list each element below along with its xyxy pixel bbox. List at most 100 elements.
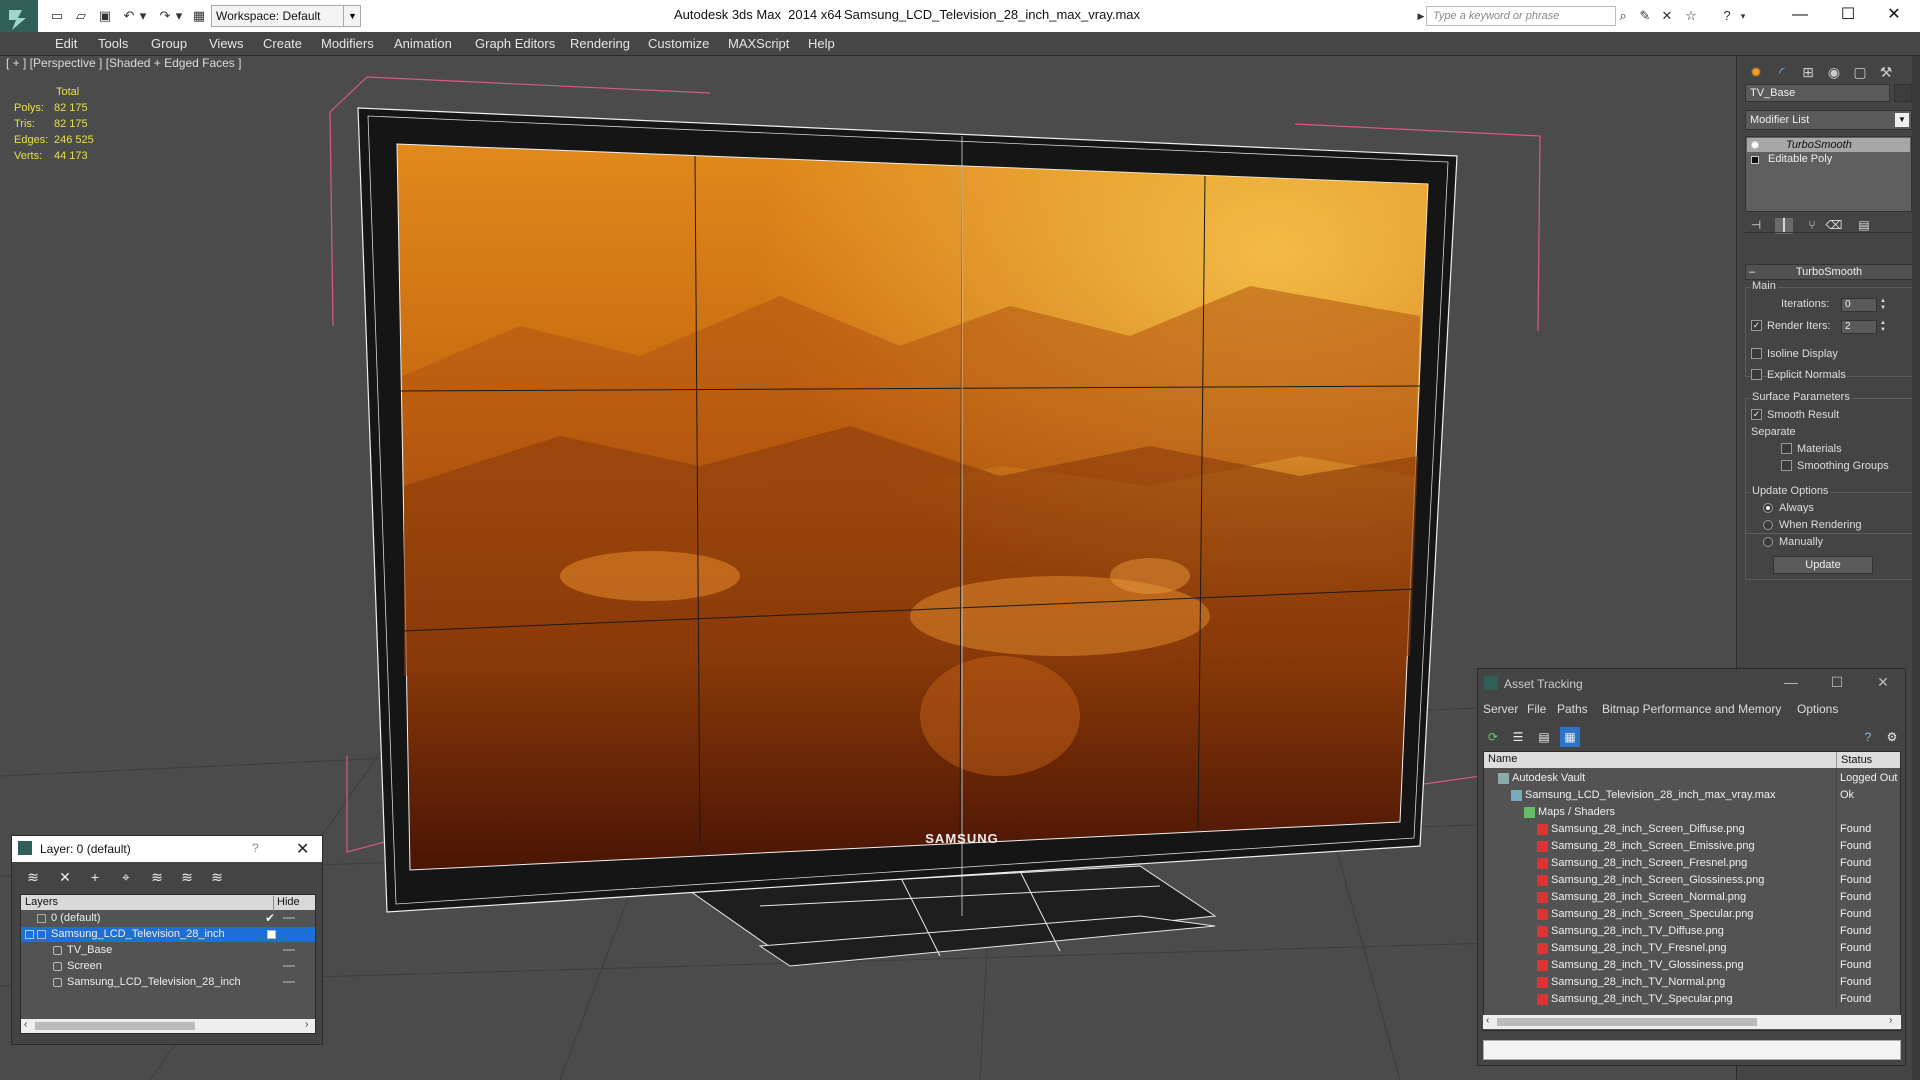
maximize-icon[interactable]: ☐ bbox=[1826, 2, 1870, 28]
scroll-left-icon[interactable]: ‹ bbox=[24, 1019, 27, 1030]
redo-dropdown-icon[interactable]: ▾ bbox=[170, 7, 188, 25]
create-layer-icon[interactable]: ≋ bbox=[22, 866, 44, 888]
menu-edit[interactable]: Edit bbox=[55, 36, 77, 51]
hide-toggle[interactable] bbox=[283, 917, 295, 919]
favorites-star-icon[interactable]: ☆ bbox=[1682, 7, 1700, 25]
maximize-icon[interactable]: ☐ bbox=[1822, 674, 1852, 694]
asset-row[interactable]: Maps / Shaders bbox=[1484, 804, 1900, 821]
menu-bitmap-performance[interactable]: Bitmap Performance and Memory bbox=[1602, 702, 1781, 716]
delete-layer-icon[interactable]: ✕ bbox=[54, 866, 76, 888]
search-input[interactable]: Type a keyword or phrase bbox=[1426, 6, 1616, 26]
close-icon[interactable]: ✕ bbox=[1868, 674, 1898, 694]
menu-options[interactable]: Options bbox=[1797, 702, 1838, 716]
utilities-tab-icon[interactable]: ⚒ bbox=[1873, 60, 1899, 84]
help-icon[interactable]: ? bbox=[1858, 727, 1878, 747]
hide-toggle[interactable] bbox=[283, 949, 295, 951]
search-expand-icon[interactable]: ▶ bbox=[1416, 6, 1426, 26]
minimize-icon[interactable]: — bbox=[1776, 674, 1806, 694]
asset-row[interactable]: Samsung_28_inch_Screen_Normal.png Found bbox=[1484, 889, 1900, 906]
manually-radio[interactable] bbox=[1763, 537, 1773, 547]
settings-icon[interactable]: ⚙ bbox=[1882, 727, 1902, 747]
layer-row[interactable]: Screen bbox=[21, 959, 315, 974]
open-file-icon[interactable]: ▱ bbox=[72, 7, 90, 25]
hide-toggle[interactable] bbox=[283, 965, 295, 967]
rollout-turbosmooth[interactable]: – TurboSmooth bbox=[1745, 264, 1913, 280]
scroll-right-icon[interactable]: › bbox=[305, 1019, 308, 1030]
smoothing-groups-checkbox[interactable] bbox=[1781, 460, 1792, 471]
explicit-normals-checkbox[interactable] bbox=[1751, 369, 1762, 380]
layer-dialog-titlebar[interactable]: Layer: 0 (default) ? ✕ bbox=[12, 836, 322, 862]
asset-row[interactable]: Samsung_28_inch_Screen_Glossiness.png Fou… bbox=[1484, 872, 1900, 889]
asset-row[interactable]: Samsung_28_inch_Screen_Emissive.png Found bbox=[1484, 838, 1900, 855]
always-radio[interactable] bbox=[1763, 503, 1773, 513]
lightbulb-icon[interactable] bbox=[1751, 141, 1759, 149]
modifier-list-dropdown[interactable]: Modifier List ▼ bbox=[1745, 110, 1912, 130]
asset-row[interactable]: Samsung_28_inch_TV_Fresnel.png Found bbox=[1484, 940, 1900, 957]
column-status[interactable]: Status bbox=[1836, 752, 1900, 768]
menu-help[interactable]: Help bbox=[808, 36, 835, 51]
asset-row[interactable]: Samsung_28_inch_TV_Glossiness.png Found bbox=[1484, 957, 1900, 974]
asset-row[interactable]: Samsung_28_inch_Screen_Fresnel.png Found bbox=[1484, 855, 1900, 872]
render-iters-spinner[interactable]: 2 bbox=[1841, 320, 1877, 334]
asset-row[interactable]: Samsung_28_inch_Screen_Diffuse.png Found bbox=[1484, 821, 1900, 838]
communication-icon[interactable]: ✕ bbox=[1658, 7, 1676, 25]
expand-icon[interactable] bbox=[25, 930, 34, 939]
column-name[interactable]: Name bbox=[1488, 753, 1517, 765]
menu-maxscript[interactable]: MAXScript bbox=[728, 36, 789, 51]
list-view-icon[interactable]: ☰ bbox=[1508, 727, 1528, 747]
layer-row[interactable]: TV_Base bbox=[21, 943, 315, 958]
binoculars-icon[interactable]: ⌕ bbox=[1614, 7, 1632, 25]
layer-row[interactable]: 0 (default) ✔ bbox=[21, 911, 315, 926]
menu-server[interactable]: Server bbox=[1483, 702, 1518, 716]
scroll-left-icon[interactable]: ‹ bbox=[1486, 1015, 1489, 1026]
new-file-icon[interactable]: ▭ bbox=[48, 7, 66, 25]
layer-row[interactable]: Samsung_LCD_Television_28_inch bbox=[21, 975, 315, 990]
scrollbar-thumb[interactable] bbox=[35, 1022, 195, 1030]
stack-item-editable-poly[interactable]: Editable Poly bbox=[1768, 153, 1832, 165]
horizontal-scrollbar[interactable]: ‹ › bbox=[21, 1019, 315, 1033]
menu-views[interactable]: Views bbox=[209, 36, 243, 51]
spinner-arrows-icon[interactable]: ▲ ▼ bbox=[1879, 320, 1887, 334]
spinner-arrows-icon[interactable]: ▲ ▼ bbox=[1879, 298, 1887, 312]
save-file-icon[interactable]: ▣ bbox=[96, 7, 114, 25]
asset-row[interactable]: Autodesk Vault Logged Out bbox=[1484, 770, 1900, 787]
active-layer-box-icon[interactable] bbox=[267, 930, 276, 939]
viewport-label[interactable]: [ + ] [Perspective ] [Shaded + Edged Fac… bbox=[6, 56, 241, 70]
modify-tab-icon[interactable]: ◜ bbox=[1769, 60, 1795, 84]
undo-dropdown-icon[interactable]: ▾ bbox=[134, 7, 152, 25]
asset-row[interactable]: Samsung_28_inch_TV_Normal.png Found bbox=[1484, 974, 1900, 991]
menu-group[interactable]: Group bbox=[151, 36, 187, 51]
highlight-layer-icon[interactable]: ≋ bbox=[146, 866, 168, 888]
hierarchy-tab-icon[interactable]: ⊞ bbox=[1795, 60, 1821, 84]
object-name-field[interactable]: TV_Base bbox=[1745, 84, 1890, 102]
workspace-arrow-icon[interactable]: ▼ bbox=[343, 5, 361, 27]
column-layers[interactable]: Layers bbox=[25, 896, 58, 908]
menu-rendering[interactable]: Rendering bbox=[570, 36, 630, 51]
menu-graph-editors[interactable]: Graph Editors bbox=[475, 36, 555, 51]
menu-paths[interactable]: Paths bbox=[1557, 702, 1588, 716]
freeze-all-icon[interactable]: ≋ bbox=[206, 866, 228, 888]
object-color-swatch[interactable] bbox=[1894, 84, 1912, 102]
expand-icon[interactable] bbox=[1751, 156, 1759, 164]
create-tab-icon[interactable]: ✹ bbox=[1743, 60, 1769, 84]
menu-animation[interactable]: Animation bbox=[394, 36, 452, 51]
help-dropdown-icon[interactable]: ▾ bbox=[1734, 7, 1752, 25]
help-icon[interactable]: ? bbox=[252, 841, 259, 855]
menu-create[interactable]: Create bbox=[263, 36, 302, 51]
menu-tools[interactable]: Tools bbox=[98, 36, 128, 51]
subscription-icon[interactable]: ✎ bbox=[1636, 7, 1654, 25]
close-icon[interactable]: ✕ bbox=[296, 839, 309, 859]
project-folder-icon[interactable]: ▦ bbox=[190, 7, 208, 25]
iterations-spinner[interactable]: 0 bbox=[1841, 298, 1877, 312]
when-rendering-radio[interactable] bbox=[1763, 520, 1773, 530]
asset-row[interactable]: Samsung_28_inch_TV_Diffuse.png Found bbox=[1484, 923, 1900, 940]
select-objects-icon[interactable]: ⌖ bbox=[115, 866, 137, 888]
asset-row[interactable]: Samsung_LCD_Television_28_inch_max_vray.… bbox=[1484, 787, 1900, 804]
table-view-icon[interactable]: ▦ bbox=[1560, 727, 1580, 747]
column-hide[interactable]: Hide bbox=[273, 896, 313, 911]
scrollbar-thumb[interactable] bbox=[1497, 1018, 1757, 1026]
close-icon[interactable]: ✕ bbox=[1872, 2, 1916, 28]
display-tab-icon[interactable]: ▢ bbox=[1847, 60, 1873, 84]
stack-item-turbosmooth[interactable]: TurboSmooth bbox=[1786, 139, 1852, 151]
horizontal-scrollbar[interactable]: ‹ › bbox=[1483, 1015, 1901, 1029]
